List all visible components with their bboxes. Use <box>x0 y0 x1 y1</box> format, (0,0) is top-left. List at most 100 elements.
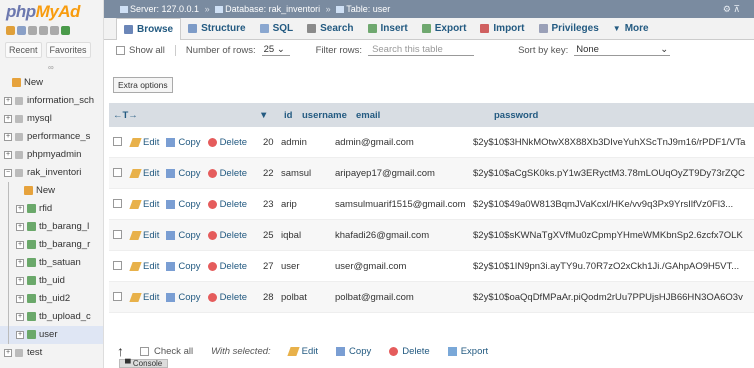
tree-item-tb-satuan[interactable]: + tb_satuan <box>0 254 103 272</box>
row-checkbox[interactable] <box>113 168 122 178</box>
cell-username[interactable]: admin <box>281 137 335 148</box>
filter-rows-input[interactable]: Search this table <box>368 44 475 56</box>
tree-item-new[interactable]: New <box>0 182 103 200</box>
favorites-tab[interactable]: Favorites <box>45 42 91 58</box>
copy-button[interactable]: Copy <box>166 230 201 241</box>
tree-item-test[interactable]: + test <box>0 344 103 362</box>
delete-button[interactable]: Delete <box>207 168 247 179</box>
tree-item-tb-upload-c[interactable]: + tb_upload_c <box>0 308 103 326</box>
edit-button[interactable]: Edit <box>129 292 159 303</box>
row-checkbox[interactable] <box>113 199 122 209</box>
row-checkbox[interactable] <box>113 261 122 271</box>
tab-privileges[interactable]: Privileges <box>532 18 606 40</box>
row-checkbox[interactable] <box>113 292 122 302</box>
expand-icon[interactable]: + <box>16 205 24 213</box>
reload-icon[interactable] <box>61 26 70 35</box>
cell-email[interactable]: admin@gmail.com <box>335 137 473 148</box>
column-header-id[interactable]: id <box>284 110 302 121</box>
expand-icon[interactable]: + <box>4 97 12 105</box>
tree-item-rak-inventori[interactable]: − rak_inventori <box>0 164 103 182</box>
show-all-checkbox[interactable] <box>116 45 125 55</box>
expand-icon[interactable]: + <box>16 259 24 267</box>
delete-button[interactable]: Delete <box>207 261 247 272</box>
cell-email[interactable]: samsulmuarif1515@gmail.com <box>335 199 473 210</box>
expand-icon[interactable]: + <box>16 241 24 249</box>
home-icon[interactable] <box>6 26 15 35</box>
tree-item-mysql[interactable]: + mysql <box>0 110 103 128</box>
tab-structure[interactable]: Structure <box>181 18 252 40</box>
tab-import[interactable]: Import <box>473 18 531 40</box>
copy-button[interactable]: Copy <box>166 199 201 210</box>
row-checkbox[interactable] <box>113 137 122 147</box>
footer-delete-button[interactable]: Delete <box>389 346 430 357</box>
cell-email[interactable]: aripayep17@gmail.com <box>335 168 473 179</box>
cell-email[interactable]: user@gmail.com <box>335 261 473 272</box>
cell-email[interactable]: khafadi26@gmail.com <box>335 230 473 241</box>
expand-icon[interactable]: + <box>16 223 24 231</box>
footer-edit-button[interactable]: Edit <box>287 346 318 357</box>
edit-button[interactable]: Edit <box>129 230 159 241</box>
tree-item-tb-uid[interactable]: + tb_uid <box>0 272 103 290</box>
logout-icon[interactable] <box>17 26 26 35</box>
extra-options-button[interactable]: Extra options <box>113 77 173 93</box>
tab-browse[interactable]: Browse <box>116 17 182 40</box>
breadcrumb-table[interactable]: Table: user <box>346 4 390 14</box>
cell-id[interactable]: 27 <box>263 261 281 272</box>
cell-id[interactable]: 28 <box>263 292 281 303</box>
cell-username[interactable]: polbat <box>281 292 335 303</box>
check-all-checkbox[interactable] <box>140 346 149 356</box>
edit-button[interactable]: Edit <box>129 261 159 272</box>
edit-button[interactable]: Edit <box>129 137 159 148</box>
tree-item-performance-s[interactable]: + performance_s <box>0 128 103 146</box>
delete-button[interactable]: Delete <box>207 292 247 303</box>
cell-id[interactable]: 25 <box>263 230 281 241</box>
tree-item-tb-barang-r[interactable]: + tb_barang_r <box>0 236 103 254</box>
footer-copy-button[interactable]: Copy <box>336 346 371 357</box>
expand-icon[interactable]: + <box>16 295 24 303</box>
expand-icon[interactable]: + <box>4 349 12 357</box>
sort-by-key-select[interactable]: None ⌄ <box>574 44 671 56</box>
column-header-email[interactable]: email <box>356 110 494 121</box>
cell-password[interactable]: $2y$10$1IN9pn3i.ayTY9u.70R7zO2xCkh1Ji./G… <box>473 261 754 272</box>
expand-icon[interactable]: + <box>16 277 24 285</box>
copy-button[interactable]: Copy <box>166 137 201 148</box>
recent-tab[interactable]: Recent <box>5 42 42 58</box>
edit-button[interactable]: Edit <box>129 199 159 210</box>
cell-id[interactable]: 20 <box>263 137 281 148</box>
expand-icon[interactable]: + <box>16 313 24 321</box>
tree-item-information-sch[interactable]: + information_sch <box>0 92 103 110</box>
delete-button[interactable]: Delete <box>207 199 247 210</box>
tab-search[interactable]: Search <box>300 18 360 40</box>
copy-button[interactable]: Copy <box>166 292 201 303</box>
cell-password[interactable]: $2y$10$3HNkMOtwX8X88Xb3DIveYuhXScTnJ9m16… <box>473 137 754 148</box>
tree-item-tb-uid2[interactable]: + tb_uid2 <box>0 290 103 308</box>
breadcrumb-database[interactable]: Database: rak_inventori <box>225 4 320 14</box>
cell-password[interactable]: $2y$10$49a0W813BqmJVaKcxl/HKe/vv9q3Px9Yr… <box>473 199 754 210</box>
gear-icon[interactable]: ⚙ ⊼ <box>723 0 740 18</box>
tab-more[interactable]: ▼ More <box>606 18 656 40</box>
link-icon[interactable]: ∞ <box>48 63 54 72</box>
docs-icon[interactable] <box>28 26 37 35</box>
tab-sql[interactable]: SQL <box>253 18 301 40</box>
tree-item-phpmyadmin[interactable]: + phpmyadmin <box>0 146 103 164</box>
expand-icon[interactable]: + <box>4 133 12 141</box>
edit-button[interactable]: Edit <box>129 168 159 179</box>
check-all-label[interactable]: Check all <box>154 346 193 357</box>
expand-icon[interactable]: + <box>4 151 12 159</box>
tree-item-rfid[interactable]: + rfid <box>0 200 103 218</box>
delete-button[interactable]: Delete <box>207 137 247 148</box>
tree-item-user[interactable]: + user <box>0 326 103 344</box>
cell-password[interactable]: $2y$10$oaQqDfMPaAr.piQodm2rUu7PPUjsHJB66… <box>473 292 754 303</box>
tree-item-tb-barang-l[interactable]: + tb_barang_l <box>0 218 103 236</box>
cell-username[interactable]: iqbal <box>281 230 335 241</box>
cell-password[interactable]: $2y$10$aCgSK0ks.pY1w3ERyctM3.78mLOUqOyZT… <box>473 168 754 179</box>
expand-icon[interactable]: + <box>16 331 24 339</box>
help-icon[interactable] <box>39 26 48 35</box>
console-button[interactable]: ▀ Console <box>119 359 169 368</box>
column-arrows[interactable]: ←T→ <box>109 110 259 121</box>
sort-icon[interactable]: ▼ <box>259 110 284 121</box>
cell-id[interactable]: 22 <box>263 168 281 179</box>
tree-item-new[interactable]: New <box>0 74 103 92</box>
column-header-password[interactable]: password <box>494 110 538 121</box>
expand-icon[interactable]: + <box>4 115 12 123</box>
